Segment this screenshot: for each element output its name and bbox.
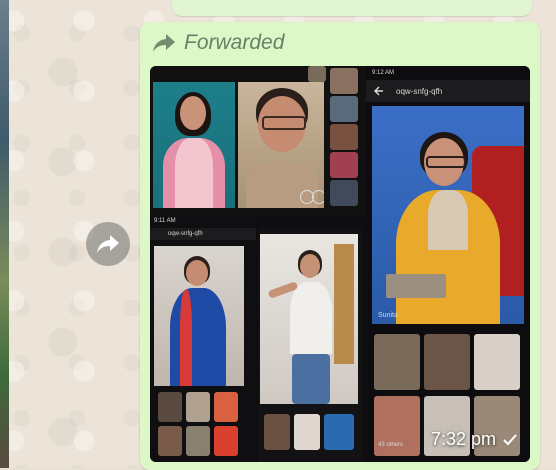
participant-thumb: [214, 392, 238, 422]
video-tile: [154, 246, 244, 386]
share-arrow-icon: [97, 235, 119, 253]
collage-lower-left: 9:11 AM oqw-snfg-qfh: [150, 216, 256, 462]
message-bubble[interactable]: Forwarded 9:11 AM oqw-snfg-qfh 9:12 AM o…: [140, 22, 540, 470]
participant-thumb: [330, 68, 358, 94]
message-timestamp: 7:32 pm: [430, 429, 496, 449]
video-tile: [153, 82, 235, 208]
collage-lower-middle: [258, 228, 362, 462]
participant-thumb: [158, 426, 182, 456]
forwarded-image[interactable]: 9:11 AM oqw-snfg-qfh 9:12 AM oqw-snfg-qf…: [150, 66, 530, 462]
meeting-code: oqw-snfg-qfh: [168, 231, 203, 237]
participant-thumb: [294, 414, 320, 450]
participant-thumb: [330, 152, 358, 178]
forwarded-label: Forwarded: [184, 31, 285, 54]
back-arrow-icon: [374, 86, 383, 96]
participant-thumb: [186, 392, 210, 422]
pinned-participant-name: Sunita: [378, 312, 398, 319]
sidebar-edge: [0, 0, 9, 468]
meeting-code: oqw-snfg-qfh: [396, 87, 443, 96]
collage-top-left: [150, 66, 370, 216]
forwarded-header: Forwarded: [152, 31, 285, 54]
single-check-icon: [503, 433, 517, 445]
participant-thumb: [214, 426, 238, 456]
participant-thumb: [308, 66, 326, 82]
participant-thumb: [330, 124, 358, 150]
forward-button[interactable]: [86, 222, 130, 266]
previous-message-bubble[interactable]: [172, 0, 532, 16]
others-count: 43 others: [378, 442, 404, 448]
video-tile: [238, 82, 324, 208]
participant-thumb: [264, 414, 290, 450]
pinned-video-tile: Sunita: [372, 106, 524, 324]
participant-thumb: [424, 334, 470, 390]
participant-thumb: [330, 96, 358, 122]
participant-thumb: [374, 334, 420, 390]
video-tile: [260, 234, 358, 404]
message-meta: 7:32 pm: [431, 429, 518, 450]
forwarded-arrow-icon: [153, 34, 175, 52]
participant-thumb: [324, 414, 354, 450]
participant-thumb: [330, 180, 358, 206]
participant-thumb: [186, 426, 210, 456]
participant-thumb: [158, 392, 182, 422]
collage-right: 9:12 AM oqw-snfg-qfh Sunita 43 others: [366, 66, 530, 462]
participant-thumb: [474, 334, 520, 390]
